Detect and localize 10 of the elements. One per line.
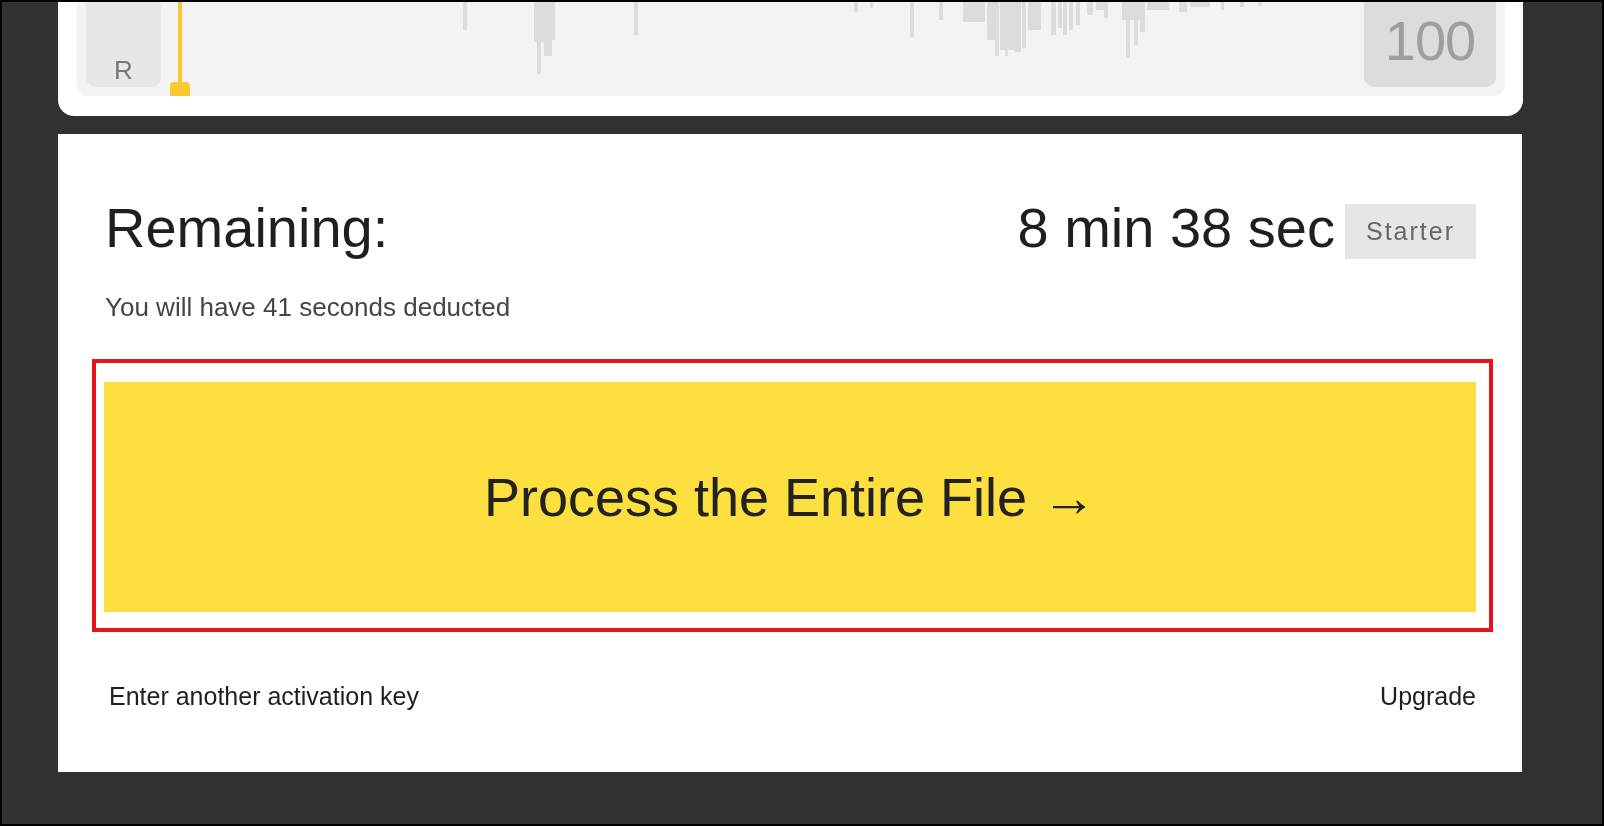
deduction-note: You will have 41 seconds deducted [105, 292, 512, 324]
remaining-time: 8 min 38 sec [1017, 195, 1335, 261]
start-tile: R [86, 2, 161, 87]
process-file-button[interactable]: Process the Entire File → [104, 382, 1476, 613]
plan-badge: Starter [1344, 204, 1476, 260]
remaining-label: Remaining: [105, 195, 389, 261]
playhead-handle[interactable] [170, 82, 190, 96]
footer-link[interactable]: Upgrade [1380, 681, 1476, 712]
footer-link[interactable]: Enter another activation key [109, 681, 419, 712]
end-tile: 100 [1364, 2, 1496, 87]
